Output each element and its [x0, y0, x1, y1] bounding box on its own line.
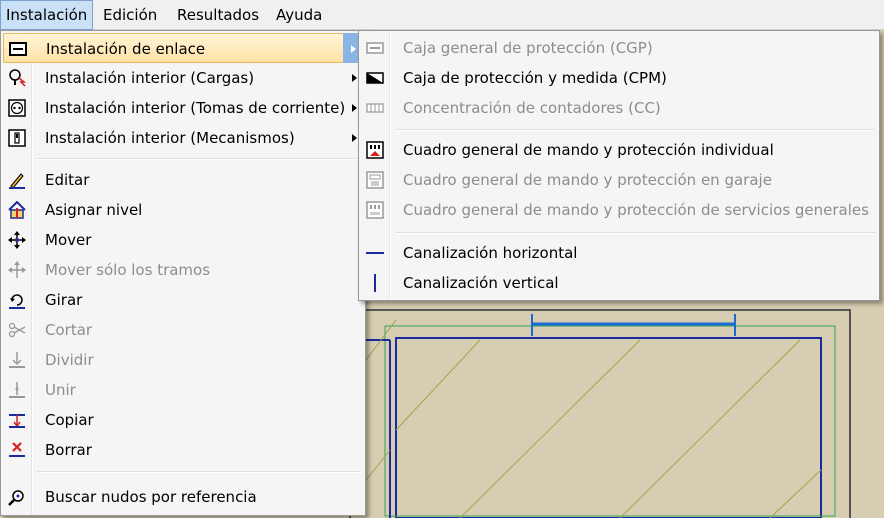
menu-item-buscar-nudos[interactable]: Buscar nudos por referencia: [3, 482, 363, 512]
rotate-icon: [9, 294, 25, 309]
menu-instalacion[interactable]: Instalación: [0, 0, 94, 30]
menu-separator: [37, 158, 361, 160]
menu-item-borrar[interactable]: Borrar: [3, 435, 363, 465]
panel-services-icon: [366, 201, 384, 219]
menu-separator: [37, 471, 361, 473]
menu-item-mover-tramos[interactable]: Mover sólo los tramos: [3, 255, 363, 285]
submenu-item-cuadro-individual[interactable]: Cuadro general de mando y protección ind…: [361, 135, 877, 165]
menu-bar: Instalación Edición Resultados Ayuda: [0, 0, 884, 30]
copy-icon: [9, 414, 25, 428]
menu-ayuda[interactable]: Ayuda: [271, 0, 327, 30]
submenu-arrow-icon: [351, 45, 356, 53]
menu-item-tomas[interactable]: Instalación interior (Tomas de corriente…: [3, 93, 363, 123]
menu-resultados[interactable]: Resultados: [172, 0, 264, 30]
delete-icon: [9, 442, 25, 457]
panel-individual-icon: [366, 141, 384, 159]
meter-concentration-icon: [366, 103, 384, 113]
menu-item-dividir[interactable]: Dividir: [3, 345, 363, 375]
menu-item-instalacion-enlace[interactable]: Instalación de enlace: [3, 33, 363, 63]
join-icon: [9, 382, 25, 398]
cpm-icon: [366, 72, 384, 84]
instalacion-enlace-submenu: Caja general de protección (CGP) Caja de…: [358, 30, 880, 301]
menu-item-mecanismos[interactable]: Instalación interior (Mecanismos): [3, 123, 363, 153]
menu-item-cortar[interactable]: Cortar: [3, 315, 363, 345]
submenu-arrow-icon: [352, 74, 357, 82]
submenu-item-cc[interactable]: Concentración de contadores (CC): [361, 93, 877, 123]
submenu-arrow-icon: [352, 134, 357, 142]
move-icon: [8, 231, 26, 249]
submenu-separator: [395, 232, 875, 234]
submenu-arrow-icon: [352, 104, 357, 112]
cgp-icon: [366, 42, 384, 54]
submenu-item-cgp[interactable]: Caja general de protección (CGP): [361, 33, 877, 63]
submenu-separator: [395, 129, 875, 131]
menu-item-girar[interactable]: Girar: [3, 285, 363, 315]
scissors-icon: [8, 322, 26, 338]
submenu-item-cuadro-servicios[interactable]: Cuadro general de mando y protección de …: [361, 195, 877, 225]
submenu-item-cuadro-garaje[interactable]: Cuadro general de mando y protección en …: [361, 165, 877, 195]
menu-item-unir[interactable]: Unir: [3, 375, 363, 405]
house-level-icon: [8, 201, 26, 219]
pencil-icon: [9, 173, 25, 189]
rectangle-box-icon: [9, 42, 27, 56]
vertical-line-icon: [374, 274, 376, 292]
menu-item-cargas[interactable]: Instalación interior (Cargas): [3, 63, 363, 93]
menu-item-asignar-nivel[interactable]: Asignar nivel: [3, 195, 363, 225]
panel-garage-icon: [366, 171, 384, 189]
submenu-item-cpm[interactable]: Caja de protección y medida (CPM): [361, 63, 877, 93]
submenu-item-canalizacion-vertical[interactable]: Canalización vertical: [361, 268, 877, 298]
menu-edicion[interactable]: Edición: [98, 0, 162, 30]
instalacion-dropdown: Instalación de enlace Instalación interi…: [0, 30, 366, 516]
menu-item-mover[interactable]: Mover: [3, 225, 363, 255]
socket-icon: [8, 99, 26, 117]
search-nodes-icon: [8, 490, 24, 506]
divide-icon: [9, 352, 25, 368]
switch-icon: [8, 129, 26, 147]
move-segments-icon: [8, 261, 26, 278]
submenu-item-canalizacion-horizontal[interactable]: Canalización horizontal: [361, 238, 877, 268]
menu-item-editar[interactable]: Editar: [3, 165, 363, 195]
horizontal-line-icon: [366, 252, 384, 254]
bulb-icon: [9, 69, 26, 87]
menu-item-copiar[interactable]: Copiar: [3, 405, 363, 435]
